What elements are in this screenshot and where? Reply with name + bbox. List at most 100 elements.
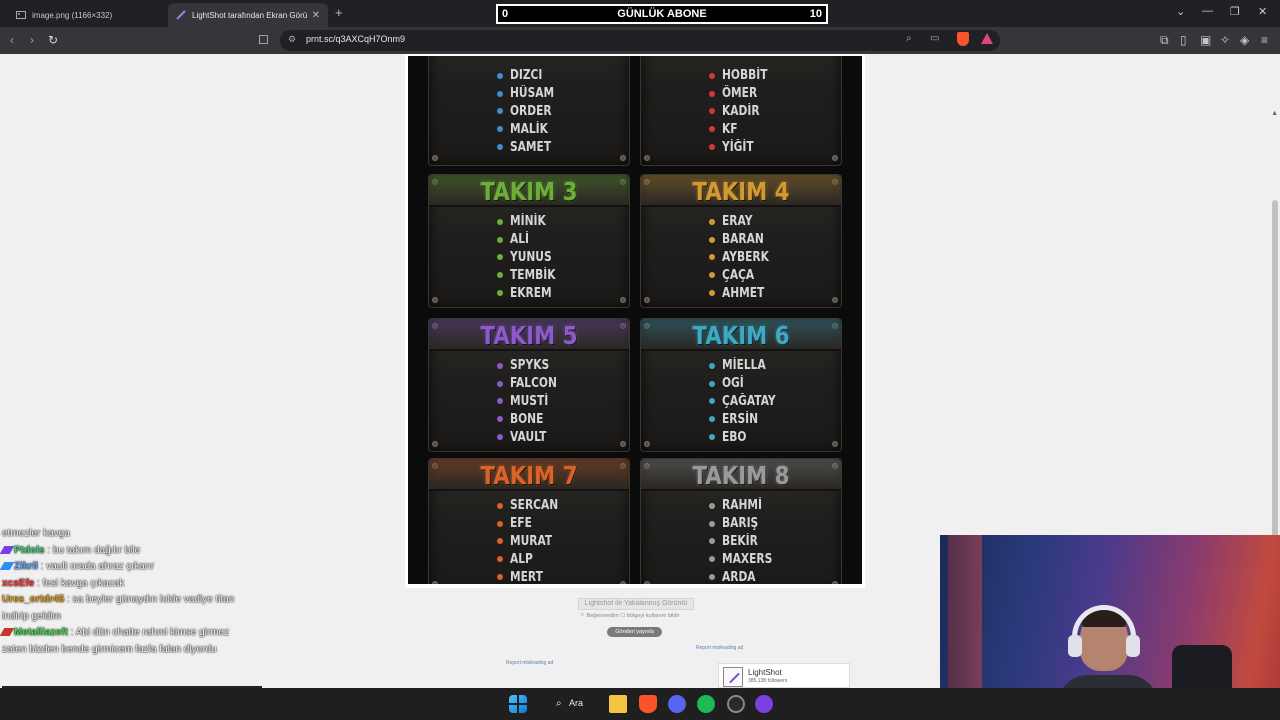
zoom-icon[interactable]: ⌕ bbox=[906, 33, 912, 44]
player-item: KADİR bbox=[709, 103, 777, 121]
headphone-cup bbox=[1068, 635, 1082, 657]
bullet-icon bbox=[709, 520, 715, 527]
bullet-icon bbox=[497, 72, 503, 79]
extensions-icon[interactable]: ⧉ bbox=[1160, 33, 1169, 48]
team-title: TAKIM 7 bbox=[480, 461, 578, 490]
chat-text: : fesi kavga çıkacak bbox=[34, 577, 125, 589]
vpn-icon[interactable]: ◈ bbox=[1240, 33, 1249, 47]
discord-icon[interactable] bbox=[668, 695, 686, 713]
tab-image[interactable]: image.png (1166×332) bbox=[8, 3, 168, 27]
spotify-icon[interactable] bbox=[697, 695, 715, 713]
cast-icon[interactable]: ▭ bbox=[930, 33, 939, 44]
scroll-up-icon[interactable]: ▲ bbox=[1271, 110, 1278, 117]
restore-button[interactable]: ❐ bbox=[1230, 5, 1240, 18]
app-icon[interactable] bbox=[727, 695, 745, 713]
brave-rewards-icon[interactable] bbox=[981, 33, 993, 44]
chat-username: Zikril bbox=[14, 561, 38, 572]
player-item: VAULT bbox=[497, 428, 567, 446]
forward-icon[interactable]: › bbox=[30, 33, 34, 47]
player-item: BARAN bbox=[709, 231, 779, 249]
windows-taskbar: ⌕ Ara bbox=[0, 688, 1280, 720]
report-ad-link[interactable]: Report misleading ad bbox=[696, 645, 743, 651]
team-title: TAKIM 6 bbox=[692, 321, 790, 350]
site-info-icon[interactable]: ⚙ bbox=[288, 34, 296, 45]
bullet-icon bbox=[709, 502, 715, 509]
chat-text: : bu takım dağılır bile bbox=[44, 544, 141, 556]
wallet-icon[interactable]: ▣ bbox=[1200, 33, 1211, 47]
player-item: EFE bbox=[497, 515, 569, 533]
headphone-cup bbox=[1126, 635, 1140, 657]
player-item: MİNİK bbox=[497, 213, 566, 231]
close-window-button[interactable]: ✕ bbox=[1258, 5, 1267, 18]
minimize-button[interactable]: — bbox=[1202, 5, 1213, 17]
search-label: Ara bbox=[569, 698, 584, 708]
close-tab-icon[interactable]: ✕ bbox=[308, 10, 320, 21]
player-item: AYBERK bbox=[709, 249, 779, 267]
windows-start-icon[interactable] bbox=[509, 695, 527, 713]
player-item: KF bbox=[709, 120, 777, 138]
team-title: TAKIM 3 bbox=[480, 177, 578, 206]
player-item: FALCON bbox=[497, 375, 567, 393]
bullet-icon bbox=[709, 538, 715, 545]
player-item: BEKİR bbox=[709, 533, 783, 551]
player-list: RAHMİ BARIŞ BEKİR MAXERS ARDA bbox=[709, 497, 783, 584]
bolt-icon bbox=[644, 441, 650, 447]
leo-icon[interactable]: ✧ bbox=[1220, 33, 1230, 47]
sidebar-icon[interactable]: ▯ bbox=[1180, 33, 1187, 47]
bullet-icon bbox=[709, 254, 715, 261]
player-name: MAXERS bbox=[722, 551, 773, 567]
player-name: DIZCI bbox=[510, 68, 543, 84]
back-icon[interactable]: ‹ bbox=[10, 33, 14, 47]
chat-badge-icon bbox=[0, 562, 15, 570]
player-item: HÜSAM bbox=[497, 85, 564, 103]
menu-icon[interactable]: ≡ bbox=[1261, 33, 1268, 47]
taskbar-search[interactable]: ⌕ Ara bbox=[546, 696, 598, 712]
player-name: SPYKS bbox=[510, 358, 550, 374]
stream-chat-overlay: etmezler kavga Ptdols : bu takım dağılır … bbox=[0, 526, 262, 719]
player-list: MİELLA OGİ ÇAĞATAY ERSİN EBO bbox=[709, 357, 787, 446]
send-post-button[interactable]: Gönderi yayınla bbox=[607, 627, 662, 637]
brave-shield-icon[interactable] bbox=[957, 32, 969, 46]
bookmark-icon[interactable]: ☐ bbox=[258, 33, 269, 47]
folder-icon[interactable] bbox=[609, 695, 627, 713]
team-poster-image: DIZCI HÜSAM ORDER MALİK SAMET HOBBİT ÖMER KADİR… bbox=[405, 54, 865, 588]
report-ad-link[interactable]: Report misleading ad bbox=[506, 660, 553, 666]
tab-title: image.png (1166×332) bbox=[32, 10, 113, 20]
player-name: ÖMER bbox=[722, 86, 758, 102]
player-name: EFE bbox=[510, 516, 532, 532]
player-name: ERSİN bbox=[722, 411, 759, 427]
bolt-icon bbox=[832, 297, 838, 303]
daily-subscriber-counter: 0 GÜNLÜK ABONE 10 bbox=[496, 4, 828, 24]
tab-list-icon[interactable]: ⌄ bbox=[1176, 5, 1185, 18]
chat-username: xcsEfe bbox=[2, 577, 35, 589]
new-tab-button[interactable]: + bbox=[335, 5, 343, 20]
bullet-icon bbox=[497, 236, 503, 243]
lightshot-follow-card[interactable]: LightShot 385,138 followers bbox=[718, 663, 850, 688]
player-name: EBO bbox=[722, 429, 747, 445]
lightshot-options[interactable]: ⚐ Beğenmedim ☐ bölgeyi kullanım bildir bbox=[580, 613, 679, 619]
bolt-icon bbox=[832, 441, 838, 447]
reload-icon[interactable]: ↻ bbox=[48, 33, 58, 47]
obs-icon[interactable] bbox=[755, 695, 773, 713]
lightshot-name: LightShot bbox=[748, 668, 782, 677]
player-name: MUSTİ bbox=[510, 393, 549, 409]
bullet-icon bbox=[497, 290, 503, 297]
image-icon bbox=[16, 11, 26, 19]
address-bar[interactable]: ⚙ prnt.sc/q3AXCqH7Onm9 ⌕ ▭ bbox=[280, 30, 1000, 51]
lightshot-caption: Lightshot ile Yakalanmış Görüntü bbox=[578, 598, 694, 610]
player-item: MİELLA bbox=[709, 357, 787, 375]
bolt-icon bbox=[644, 581, 650, 584]
bullet-icon bbox=[497, 556, 503, 563]
player-item: MAXERS bbox=[709, 550, 783, 568]
url-text[interactable]: prnt.sc/q3AXCqH7Onm9 bbox=[306, 34, 405, 44]
bullet-icon bbox=[709, 126, 715, 133]
bolt-icon bbox=[432, 155, 438, 161]
bullet-icon bbox=[497, 144, 503, 151]
chat-message: Ures_ortdr45 : sa beyler günaydın lolde … bbox=[2, 592, 242, 625]
chat-badge-icon bbox=[0, 545, 15, 554]
tab-lightshot[interactable]: LightShot tarafından Ekran Görü ✕ bbox=[168, 3, 328, 27]
bullet-icon bbox=[709, 574, 715, 581]
bullet-icon bbox=[709, 398, 715, 405]
screen: image.png (1166×332) LightShot tarafında… bbox=[0, 0, 1280, 720]
brave-browser-icon[interactable] bbox=[639, 695, 657, 713]
